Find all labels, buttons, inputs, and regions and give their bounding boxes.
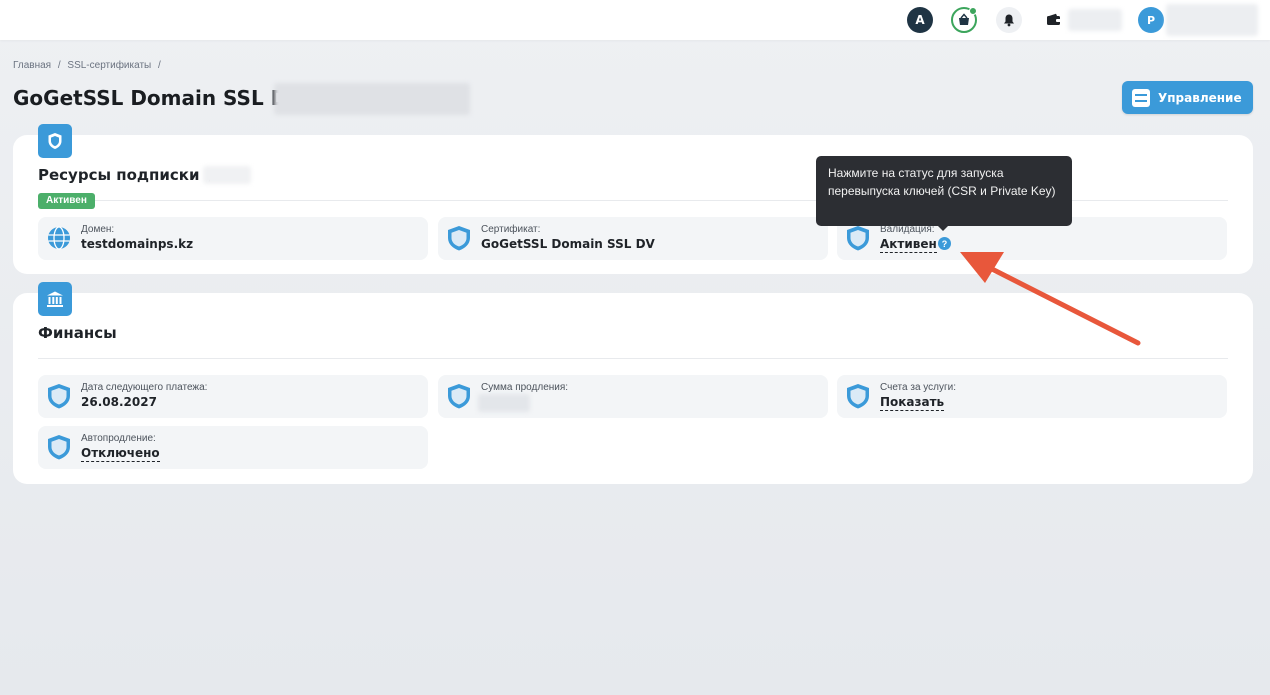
certificate-field: Сертификат: GoGetSSL Domain SSL DV: [438, 217, 828, 260]
bell-icon: [1004, 14, 1014, 27]
domain-label: Домен:: [81, 224, 115, 235]
wallet-button[interactable]: [1044, 7, 1064, 33]
user-avatar-initial: P: [1146, 13, 1156, 27]
next-payment-label: Дата следующего платежа:: [81, 382, 208, 393]
top-bar: A P: [0, 0, 1270, 40]
balance-blurred: [1068, 9, 1122, 31]
invoices-field: Счета за услуги: Показать: [837, 375, 1227, 418]
renewal-amount-field: Сумма продления:: [438, 375, 828, 418]
breadcrumb-separator: /: [57, 60, 61, 71]
page-title: GoGetSSL Domain SSL DV: [13, 86, 303, 110]
account-avatar-letter: A: [915, 13, 925, 27]
breadcrumb-separator: /: [158, 60, 161, 71]
user-name-blurred[interactable]: [1166, 4, 1258, 36]
shield-icon: [448, 226, 470, 251]
manage-button[interactable]: Управление: [1122, 81, 1253, 114]
subscription-id-blurred: [203, 166, 251, 184]
manage-button-label: Управление: [1158, 90, 1242, 105]
renewal-amount-blurred: [478, 394, 530, 412]
user-avatar[interactable]: P: [1138, 7, 1164, 33]
shield-icon: [847, 226, 869, 251]
auto-renewal-toggle-link[interactable]: Отключено: [81, 446, 160, 462]
account-avatar[interactable]: A: [907, 7, 933, 33]
auto-renewal-label: Автопродление:: [81, 433, 156, 444]
shield-icon: [48, 435, 70, 460]
breadcrumb: Главная / SSL-сертификаты /: [13, 60, 165, 71]
cart-indicator-dot: [969, 7, 977, 15]
breadcrumb-home[interactable]: Главная: [13, 60, 51, 71]
section-divider: [38, 358, 1228, 359]
subscription-title-text: Ресурсы подписки: [38, 166, 200, 184]
cart-button[interactable]: [951, 7, 977, 33]
shield-icon: [448, 384, 470, 409]
subscription-card-title: Ресурсы подписки /: [38, 166, 213, 184]
wallet-icon: [1047, 13, 1061, 25]
domain-field: Домен: testdomainps.kz: [38, 217, 428, 260]
certificate-label: Сертификат:: [481, 224, 541, 235]
show-invoices-link[interactable]: Показать: [880, 395, 945, 411]
domain-value: testdomainps.kz: [81, 237, 194, 251]
shield-icon: [847, 384, 869, 409]
title-suffix-blurred: [274, 83, 470, 115]
settings-sliders-icon: [1132, 88, 1150, 107]
finance-card: Финансы Дата следующего платежа: 26.08.2…: [13, 282, 1253, 484]
invoices-label: Счета за услуги:: [880, 382, 957, 393]
certificate-value: GoGetSSL Domain SSL DV: [481, 237, 655, 251]
finance-card-title: Финансы: [38, 324, 117, 342]
basket-icon: [959, 13, 969, 25]
next-payment-value: 26.08.2027: [81, 395, 157, 409]
bank-icon: [38, 282, 72, 316]
validation-tooltip: Нажмите на статус для запуска перевыпуск…: [816, 156, 1072, 231]
globe-icon: [48, 226, 70, 250]
validation-status-link[interactable]: Активен: [880, 237, 937, 253]
auto-renewal-field: Автопродление: Отключено: [38, 426, 428, 469]
status-badge: Активен: [38, 193, 95, 209]
next-payment-field: Дата следующего платежа: 26.08.2027: [38, 375, 428, 418]
notifications-button[interactable]: [996, 7, 1022, 33]
shield-icon: [38, 124, 72, 158]
shield-icon: [48, 384, 70, 409]
breadcrumb-ssl[interactable]: SSL-сертификаты: [67, 60, 151, 71]
help-icon[interactable]: ?: [938, 237, 951, 250]
renewal-amount-label: Сумма продления:: [481, 382, 569, 393]
